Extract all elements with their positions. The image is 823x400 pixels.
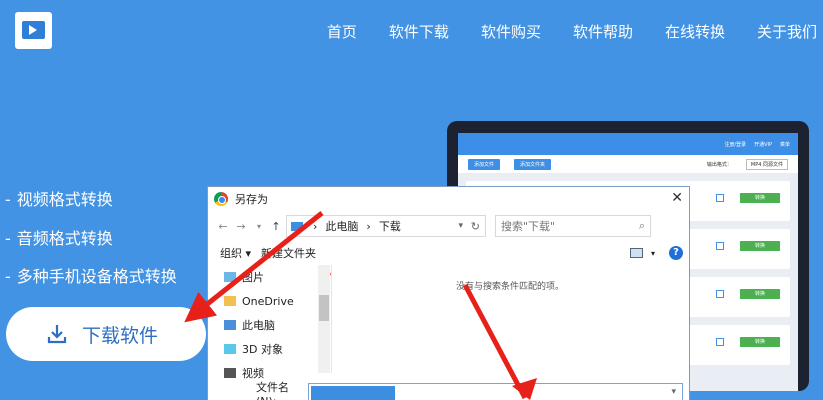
app-convert-button: 转换 (740, 337, 780, 347)
top-nav: 首页 软件下载 软件购买 软件帮助 在线转换 关于我们 (295, 21, 817, 42)
app-add-folder-button: 添加文件夹 (514, 158, 552, 170)
edit-icon (716, 242, 724, 250)
edit-icon (716, 194, 724, 202)
app-menu-link: 菜单 (779, 141, 790, 148)
folder-icon (291, 221, 303, 231)
feature-item: - 视频格式转换 (5, 190, 113, 209)
filename-selection (311, 386, 395, 400)
nav-download[interactable]: 软件下载 (357, 21, 449, 42)
pictures-icon (224, 272, 236, 282)
nav-pane-scrollbar[interactable] (318, 265, 330, 373)
search-placeholder: 搜索"下载" (501, 220, 556, 233)
view-icon (629, 248, 643, 258)
app-preview-titlebar: 注册/登录 开通VIP 菜单 (458, 133, 798, 155)
pane-divider (331, 265, 332, 373)
close-icon[interactable]: ✕ (671, 190, 683, 206)
download-button-label: 下载软件 (82, 324, 159, 347)
dialog-toolbar: 组织 ▾ 新建文件夹 ▾ ? (214, 243, 683, 263)
video-icon (224, 368, 236, 378)
nav-online-convert[interactable]: 在线转换 (633, 21, 725, 42)
filename-dropdown-icon[interactable]: ▾ (671, 387, 676, 397)
edit-icon (716, 338, 724, 346)
help-icon[interactable]: ? (669, 246, 683, 260)
onedrive-icon (224, 296, 236, 306)
path-chevron-icon: › (313, 219, 318, 233)
search-input[interactable]: 搜索"下载" ⌕ (495, 215, 651, 237)
new-folder-button[interactable]: 新建文件夹 (261, 245, 316, 261)
app-convert-button: 转换 (740, 289, 780, 299)
site-logo[interactable] (15, 12, 52, 49)
save-as-dialog: 另存为 ✕ ← → ▾ ↑ › 此电脑 › 下载 ▾ ↻ 搜索"下载" ⌕ 组织… (207, 186, 690, 400)
feature-label: 音频格式转换 (16, 229, 113, 248)
dialog-title: 另存为 (235, 193, 268, 206)
feature-item: - 多种手机设备格式转换 (5, 267, 177, 286)
app-add-file-button: 添加文件 (468, 158, 501, 170)
dialog-titlebar: 另存为 ✕ (208, 187, 689, 211)
nav-pane-label: 3D 对象 (242, 343, 283, 356)
scrollbar-thumb[interactable] (319, 295, 329, 321)
recent-dropdown-icon[interactable]: ▾ (250, 222, 268, 231)
nav-home[interactable]: 首页 (295, 21, 357, 42)
back-arrow-icon[interactable]: ← (214, 220, 232, 233)
nav-pane-label: 图片 (242, 271, 264, 284)
path-chevron-icon: › (366, 219, 371, 233)
edit-icon (716, 290, 724, 298)
download-icon (47, 325, 67, 344)
empty-results-message: 没有与搜索条件匹配的项。 (456, 282, 565, 292)
search-icon: ⌕ (638, 219, 645, 232)
view-options[interactable]: ▾ (629, 248, 655, 258)
filename-label: 文件名(N): (256, 380, 289, 400)
filename-row: 文件名(N): ▾ (214, 380, 683, 400)
nav-about[interactable]: 关于我们 (725, 21, 817, 42)
filename-input[interactable]: ▾ (308, 383, 683, 400)
3d-objects-icon (224, 344, 236, 354)
feature-item: - 音频格式转换 (5, 229, 113, 248)
nav-pane-label: 此电脑 (242, 319, 275, 332)
app-convert-button: 转换 (740, 193, 780, 203)
breadcrumb-this-pc[interactable]: 此电脑 (325, 218, 358, 234)
address-dropdown-icon[interactable]: ▾ (458, 221, 463, 231)
breadcrumb-downloads[interactable]: 下载 (379, 218, 401, 234)
nav-purchase[interactable]: 软件购买 (449, 21, 541, 42)
app-format-label: 输出格式： (706, 161, 732, 168)
organize-button[interactable]: 组织 ▾ (220, 245, 251, 261)
forward-arrow-icon[interactable]: → (232, 220, 250, 233)
pc-icon (224, 320, 236, 330)
download-software-button[interactable]: 下载软件 (6, 307, 206, 361)
app-login-link: 注册/登录 (724, 141, 747, 148)
app-convert-button: 转换 (740, 241, 780, 251)
play-icon (29, 25, 37, 35)
address-row: ← → ▾ ↑ › 此电脑 › 下载 ▾ ↻ 搜索"下载" ⌕ (214, 215, 683, 237)
nav-help[interactable]: 软件帮助 (541, 21, 633, 42)
refresh-icon[interactable]: ↻ (471, 220, 480, 233)
app-preview-toolbar: 添加文件 添加文件夹 输出格式： MP4 同源文件 (458, 155, 798, 173)
nav-pane-label: OneDrive (242, 294, 294, 308)
chrome-icon (214, 192, 228, 206)
address-bar[interactable]: › 此电脑 › 下载 ▾ ↻ (286, 215, 486, 237)
up-folder-icon[interactable]: ↑ (268, 220, 284, 233)
app-format-select: MP4 同源文件 (745, 158, 788, 170)
app-vip-link: 开通VIP (754, 141, 772, 148)
feature-label: 视频格式转换 (16, 190, 113, 209)
feature-label: 多种手机设备格式转换 (16, 267, 177, 286)
view-dropdown-icon: ▾ (650, 248, 655, 258)
